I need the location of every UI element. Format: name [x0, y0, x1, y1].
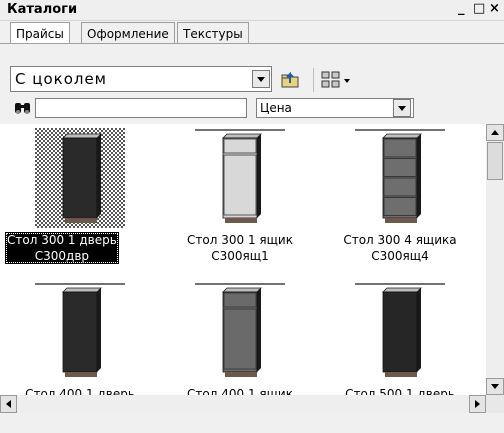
cabinet-plinth [225, 218, 257, 223]
catalog-item-name: Стол 300 1 дверь [7, 233, 117, 247]
catalog-item[interactable]: Стол 400 1 ящикС400ящ1 [165, 282, 315, 395]
folder-up-button[interactable] [279, 68, 305, 92]
tab-divider [0, 43, 504, 44]
catalog-item-code: С300двр [34, 249, 90, 263]
cabinet-front [222, 137, 258, 219]
window-title: Каталоги [7, 2, 78, 17]
cabinet-plinth [385, 372, 417, 377]
scroll-right-button[interactable] [469, 395, 486, 413]
catalog-grid: Стол 300 1 дверь С300двр Стол 300 1 ящик С3… [0, 124, 486, 395]
cabinet-front [62, 291, 98, 373]
cabinet-plinth [385, 218, 417, 223]
folder-up-icon [281, 71, 299, 88]
catalog-item-code: С300ящ4 [371, 249, 429, 263]
tab-design[interactable]: Оформление [81, 22, 175, 44]
catalog-item-caption: Стол 300 1 ящик С300ящ1 [165, 232, 315, 264]
cabinet-thumbnail [355, 129, 445, 223]
cabinet-plinth [65, 372, 97, 377]
cabinet-front [222, 291, 258, 373]
catalog-item-code: С300ящ1 [211, 249, 269, 263]
catalog-item-name: Стол 500 1 дверь [345, 387, 455, 395]
close-button[interactable]: × [489, 1, 500, 16]
cabinet-thumbnail [195, 283, 285, 377]
cabinet-plinth [65, 218, 97, 223]
scroll-up-button[interactable] [486, 124, 504, 141]
cabinet-front [382, 291, 418, 373]
scrollbar-corner [486, 395, 504, 413]
catalog-item[interactable]: Стол 500 1 дверьС500двр [325, 282, 475, 395]
catalog-item-name: Стол 400 1 ящик [187, 387, 293, 395]
view-mode-icon [321, 71, 350, 88]
cabinet-thumbnail [35, 128, 125, 228]
catalog-item[interactable]: Стол 300 1 ящик С300ящ1 [165, 128, 315, 278]
cabinet-thumbnail [355, 283, 445, 377]
scroll-left-button[interactable] [0, 395, 17, 413]
catalog-item[interactable]: Стол 400 1 дверьС400двр [5, 282, 155, 395]
view-mode-button[interactable] [318, 68, 352, 92]
catalog-item-caption: Стол 400 1 ящикС400ящ1 [165, 386, 315, 395]
sort-select[interactable]: Цена [256, 98, 414, 118]
cabinet-plinth [225, 372, 257, 377]
maximize-button[interactable]: □ [473, 1, 485, 16]
catalog-item-name: Стол 400 1 дверь [25, 387, 135, 395]
horizontal-scrollbar[interactable] [0, 395, 486, 413]
sort-select-value: Цена [260, 101, 292, 115]
scroll-down-button[interactable] [486, 378, 504, 395]
minimize-button[interactable]: _ [458, 1, 465, 16]
catalog-item-caption: Стол 300 1 дверь С300двр [5, 232, 119, 264]
toolbar-separator [313, 68, 314, 92]
catalog-item-caption: Стол 400 1 дверьС400двр [5, 386, 155, 395]
category-select[interactable]: С цоколем [10, 66, 272, 92]
catalog-item[interactable]: Стол 300 4 ящика С300ящ4 [325, 128, 475, 278]
catalog-item-name: Стол 300 4 ящика [343, 233, 457, 247]
catalog-item-name: Стол 300 1 ящик [187, 233, 293, 247]
vertical-scroll-thumb[interactable] [487, 142, 503, 180]
tab-textures[interactable]: Текстуры [177, 22, 249, 44]
sort-dropdown-button[interactable] [393, 99, 411, 117]
catalog-item[interactable]: Стол 300 1 дверь С300двр [5, 128, 155, 278]
search-input[interactable] [35, 98, 247, 118]
cabinet-front [62, 137, 98, 219]
title-bar: Каталоги _ □ × [0, 0, 504, 21]
catalog-item-caption: Стол 500 1 дверьС500двр [325, 386, 475, 395]
cabinet-thumbnail [35, 283, 125, 377]
tab-prices[interactable]: Прайсы [10, 22, 70, 44]
vertical-scrollbar[interactable] [486, 124, 504, 395]
category-select-value: С цоколем [15, 70, 107, 88]
category-dropdown-button[interactable] [252, 70, 270, 88]
binoculars-icon[interactable] [13, 100, 35, 118]
catalog-item-caption: Стол 300 4 ящика С300ящ4 [325, 232, 475, 264]
cabinet-thumbnail [195, 129, 285, 223]
